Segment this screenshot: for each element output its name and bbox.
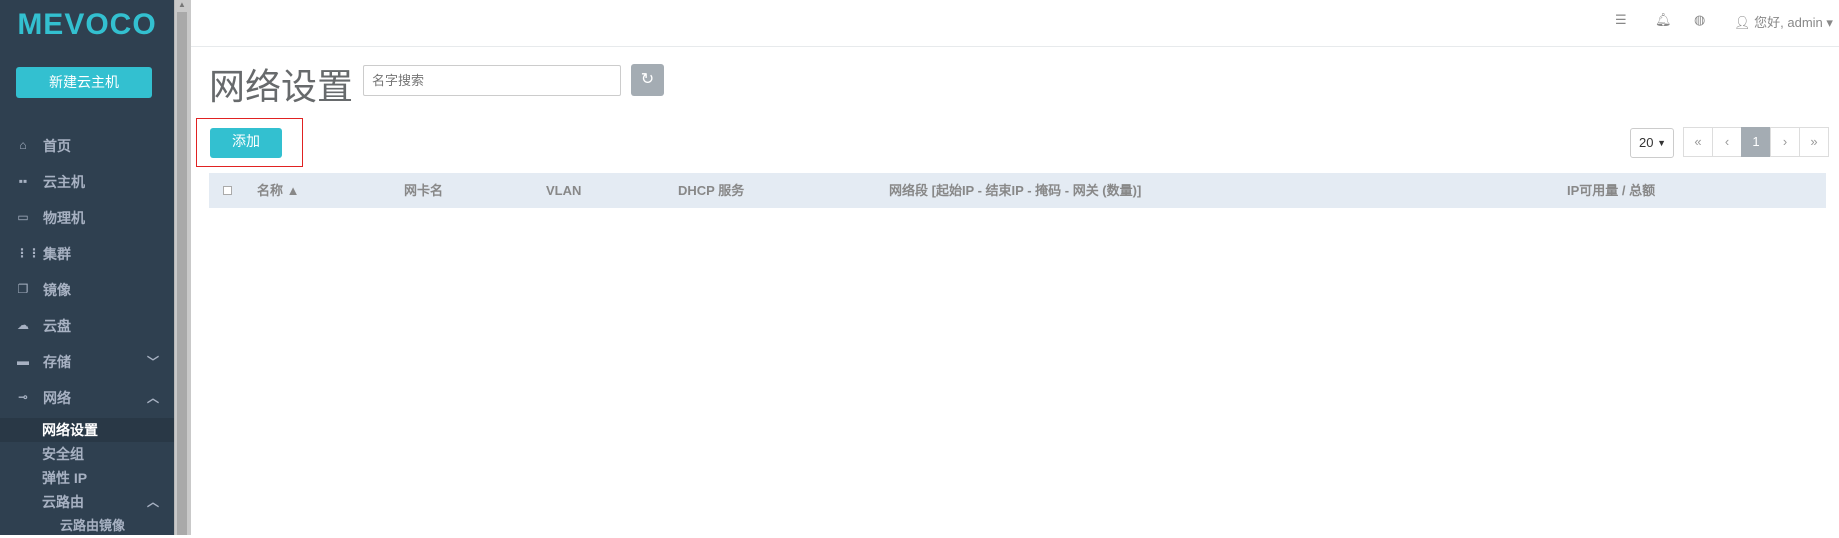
column-label: 名称 <box>257 183 284 198</box>
home-icon: ⌂ <box>19 138 27 152</box>
globe-icon[interactable]: ◍ <box>1694 12 1705 28</box>
storage-icon: ▬ <box>17 354 29 368</box>
sidebar-item-label: 集群 <box>43 246 71 262</box>
image-icon: ❐ <box>17 282 29 296</box>
sidebar-subitem-label: 云路由 <box>42 494 84 510</box>
page-title: 网络设置 <box>209 66 354 107</box>
new-vm-button[interactable]: 新建云主机 <box>16 67 152 98</box>
sidebar-subitem-eip[interactable]: 弹性 IP <box>0 466 174 490</box>
sidebar-item-volume[interactable]: ☁ 云盘 <box>0 308 174 344</box>
sidebar-item-storage[interactable]: ▬ 存储 ﹀ <box>0 344 174 380</box>
monitor-icon: ▭ <box>17 210 29 224</box>
next-page-button[interactable]: › <box>1770 127 1800 157</box>
sidebar-subitem-vrouter[interactable]: 云路由 ︿ <box>0 490 174 514</box>
sidebar-subitem-security-group[interactable]: 安全组 <box>0 442 174 466</box>
sidebar-item-image[interactable]: ❐ 镜像 <box>0 272 174 308</box>
sidebar-subitem-network-settings[interactable]: 网络设置 <box>0 418 174 442</box>
chevron-up-icon: ︿ <box>147 495 160 509</box>
sidebar-item-label: 存储 <box>43 354 71 370</box>
sidebar-item-vm[interactable]: ▪▪ 云主机 <box>0 164 174 200</box>
caret-down-icon: ▼ <box>1657 138 1666 148</box>
select-all-checkbox[interactable] <box>223 186 232 195</box>
caret-down-icon: ▾ <box>1826 15 1833 30</box>
search-input[interactable] <box>363 65 621 96</box>
column-header-nic: 网卡名 <box>404 183 444 198</box>
user-icon: 👤︎ <box>1734 15 1751 30</box>
sidebar-item-label: 云主机 <box>43 174 85 190</box>
bell-icon[interactable]: 🔔︎ <box>1655 12 1672 28</box>
prev-page-button[interactable]: ‹ <box>1712 127 1742 157</box>
sidebar-item-home[interactable]: ⌂ 首页 <box>0 128 174 164</box>
sidebar-item-cluster[interactable]: ⋮⋮ 集群 <box>0 236 174 272</box>
sidebar-item-network[interactable]: ⊸ 网络 ︿ <box>0 380 174 416</box>
first-page-button[interactable]: « <box>1683 127 1713 157</box>
sidebar-item-host[interactable]: ▭ 物理机 <box>0 200 174 236</box>
column-header-ip-capacity: IP可用量 / 总额 <box>1567 183 1656 198</box>
sidebar-subitem-label: 网络设置 <box>42 422 98 438</box>
page-size-select[interactable]: 20 ▼ <box>1630 128 1674 158</box>
add-button[interactable]: 添加 <box>210 128 282 158</box>
refresh-button[interactable]: ↻ <box>631 64 664 96</box>
sidebar-item-label: 云盘 <box>43 318 71 334</box>
user-menu[interactable]: 👤︎ 您好, admin ▾ <box>1734 12 1833 31</box>
network-icon: ⊸ <box>17 390 29 404</box>
refresh-icon: ↻ <box>640 71 655 88</box>
sort-asc-icon: ▲ <box>286 183 300 198</box>
user-greeting: 您好, admin <box>1754 15 1823 30</box>
sidebar-scroll-thumb[interactable] <box>177 12 187 535</box>
list-icon[interactable]: ☰ <box>1615 12 1627 28</box>
cluster-icon: ⋮⋮ <box>16 246 40 260</box>
scroll-up-arrow-icon[interactable]: ▲ <box>176 0 188 10</box>
top-navbar <box>191 0 1839 47</box>
page-size-value: 20 <box>1639 135 1654 150</box>
sidebar-item-label: 物理机 <box>43 210 85 226</box>
column-header-ip-range: 网络段 [起始IP - 结束IP - 掩码 - 网关 (数量)] <box>889 183 1142 198</box>
chevron-up-icon: ︿ <box>147 391 160 405</box>
sidebar-subitem-label: 弹性 IP <box>42 470 88 486</box>
sidebar-item-label: 镜像 <box>43 282 71 298</box>
logo: MEVOCO <box>17 8 157 41</box>
grid-icon: ▪▪ <box>18 174 28 188</box>
sidebar-item-label: 首页 <box>43 138 71 154</box>
column-header-dhcp: DHCP 服务 <box>678 183 745 198</box>
cloud-upload-icon: ☁ <box>17 318 29 332</box>
column-header-vlan: VLAN <box>546 183 582 198</box>
table-header: 名称 ▲ 网卡名 VLAN DHCP 服务 网络段 [起始IP - 结束IP -… <box>209 173 1826 208</box>
sidebar-subitem-label: 云路由镜像 <box>60 518 126 533</box>
page-1-button[interactable]: 1 <box>1741 127 1771 157</box>
last-page-button[interactable]: » <box>1799 127 1829 157</box>
sidebar-subitem-vrouter-image[interactable]: 云路由镜像 <box>0 514 174 535</box>
sidebar: MEVOCO 新建云主机 ⌂ 首页 ▪▪ 云主机 ▭ 物理机 ⋮⋮ 集群 ❐ 镜… <box>0 0 174 535</box>
sidebar-item-label: 网络 <box>43 390 71 406</box>
sidebar-subitem-label: 安全组 <box>42 446 84 462</box>
column-header-name[interactable]: 名称 ▲ <box>257 173 300 208</box>
chevron-down-icon: ﹀ <box>147 355 160 369</box>
